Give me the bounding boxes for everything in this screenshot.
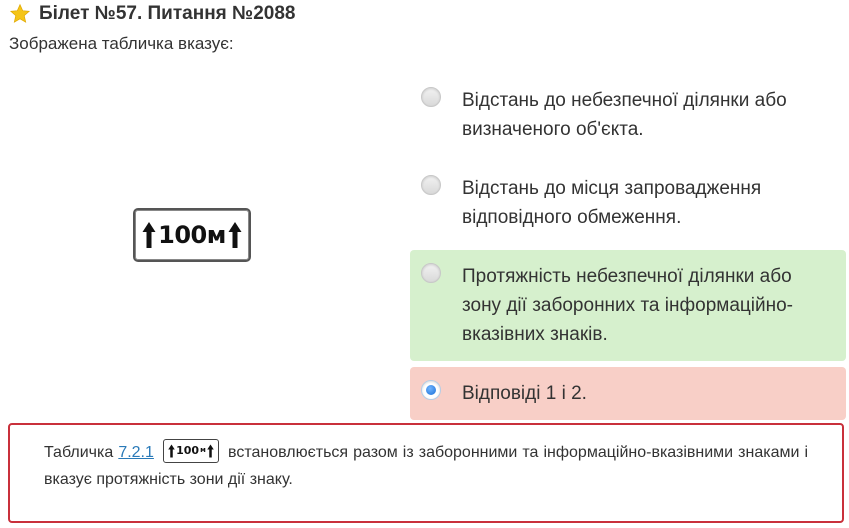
mini-sign-unit: м	[200, 446, 206, 455]
answer-label: Відстань до місця запровадження відповід…	[462, 178, 762, 228]
sign-distance: 100м	[158, 221, 226, 249]
up-arrow-icon	[142, 222, 156, 248]
answer-list: Відстань до небезпечної ділянки або визн…	[410, 74, 846, 426]
answer-label: Відстань до небезпечної ділянки або визн…	[462, 90, 787, 140]
explanation-box: Табличка 7.2.1 100 м встановлюється разом…	[8, 423, 844, 523]
page: Білет №57. Питання №2088 Зображена табли…	[0, 0, 849, 528]
answer-option-1[interactable]: Відстань до небезпечної ділянки або визн…	[410, 74, 846, 156]
star-icon[interactable]	[9, 3, 31, 25]
explanation-prefix: Табличка	[44, 444, 114, 461]
mini-sign-number: 100	[176, 444, 200, 458]
radio-button-checked[interactable]	[421, 380, 441, 400]
answer-option-3-correct[interactable]: Протяжність небезпечної ділянки або зону…	[410, 250, 846, 361]
road-sign-plate: 100м	[133, 208, 251, 262]
up-arrow-icon	[168, 444, 175, 458]
radio-button[interactable]	[421, 263, 441, 283]
ticket-title: Білет №57. Питання №2088	[39, 3, 296, 24]
answer-option-2[interactable]: Відстань до місця запровадження відповід…	[410, 162, 846, 244]
answer-label: Відповіді 1 і 2.	[462, 383, 587, 404]
answer-label: Протяжність небезпечної ділянки або зону…	[462, 266, 793, 345]
sign-image: 100м	[133, 208, 251, 262]
sign-unit: м	[206, 221, 227, 249]
mini-sign-image: 100 м	[162, 438, 219, 463]
sign-reference-link[interactable]: 7.2.1	[118, 444, 154, 461]
sign-number: 100	[158, 221, 207, 249]
up-arrow-icon	[228, 222, 242, 248]
answer-option-4-selected[interactable]: Відповіді 1 і 2.	[410, 367, 846, 420]
header: Білет №57. Питання №2088	[9, 0, 296, 28]
question-text: Зображена табличка вказує:	[9, 34, 234, 53]
explanation-text: встановлюється разом із заборонними та і…	[44, 444, 809, 488]
radio-button[interactable]	[421, 87, 441, 107]
radio-button[interactable]	[421, 175, 441, 195]
up-arrow-icon	[207, 444, 214, 458]
